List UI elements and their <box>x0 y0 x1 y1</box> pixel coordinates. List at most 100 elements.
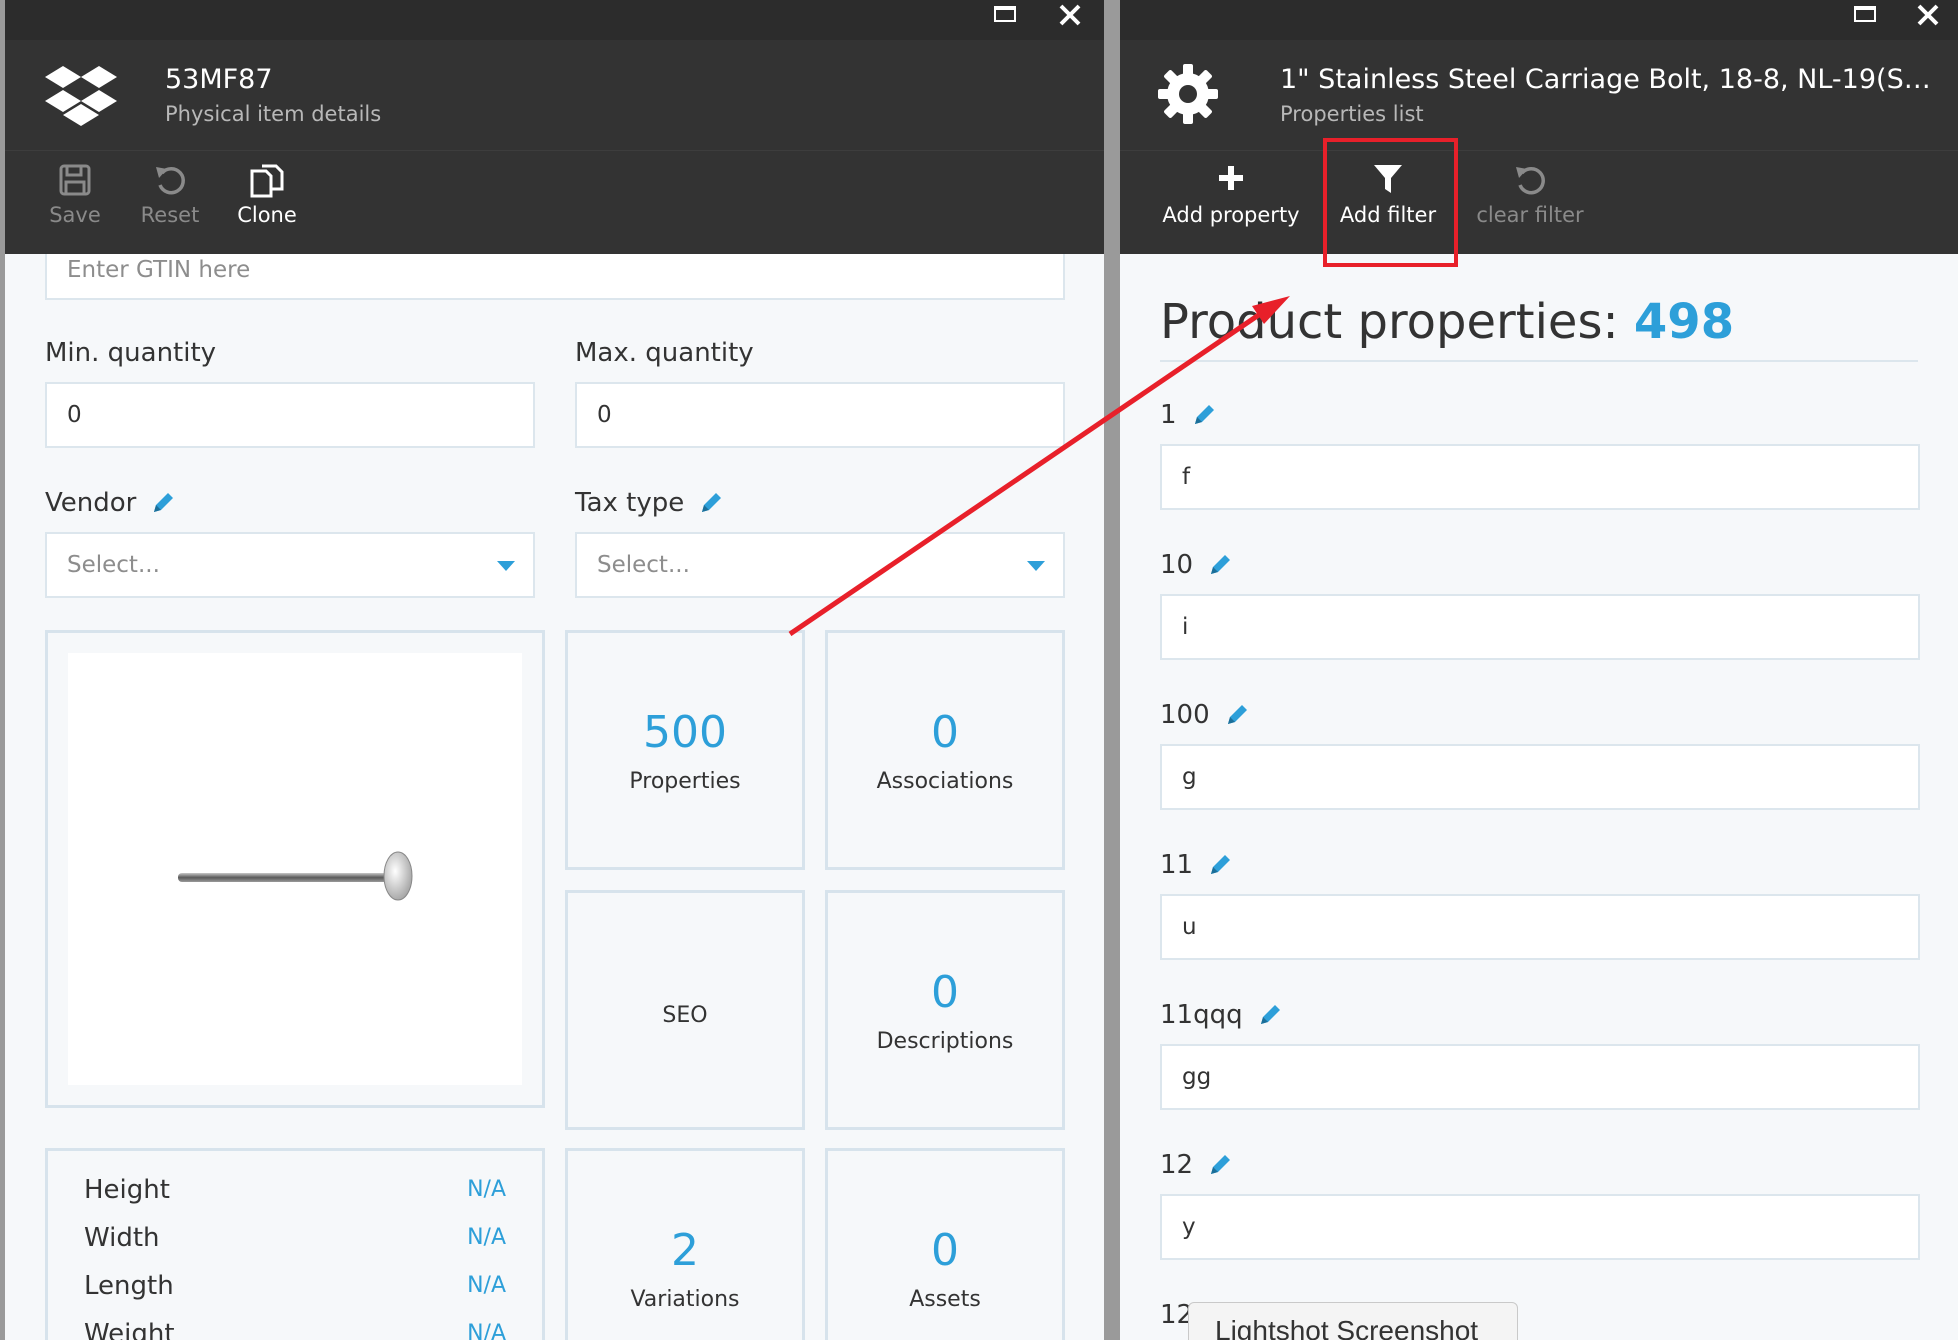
tax-type-select-value: Select... <box>597 552 690 578</box>
clone-label: Clone <box>237 203 297 227</box>
pencil-icon[interactable] <box>698 490 724 516</box>
property-value-input[interactable]: f <box>1160 444 1920 510</box>
properties-count: 498 <box>1633 294 1735 350</box>
pencil-icon[interactable] <box>1207 852 1233 878</box>
window-bar <box>1120 0 1958 40</box>
close-button[interactable] <box>1908 0 1948 40</box>
close-button[interactable] <box>1050 0 1090 40</box>
pencil-icon[interactable] <box>1191 402 1217 428</box>
property-label: 11 <box>1160 850 1233 880</box>
associations-tile[interactable]: 0 Associations <box>825 630 1065 870</box>
dimension-name: Height <box>84 1175 170 1205</box>
max-quantity-input[interactable]: 0 <box>575 382 1065 448</box>
tax-type-label-text: Tax type <box>575 488 685 518</box>
property-name: 12 <box>1160 1150 1194 1180</box>
seo-tile[interactable]: SEO <box>565 890 805 1130</box>
save-button[interactable]: Save <box>35 151 115 255</box>
maximize-button[interactable] <box>1845 0 1885 40</box>
clear-filter-label: clear filter <box>1476 203 1584 227</box>
undo-icon <box>1516 166 1545 195</box>
property-value-input[interactable]: g <box>1160 744 1920 810</box>
blade-content: Enter GTIN here Min. quantity 0 Max. qua… <box>5 254 1104 1340</box>
associations-count: 0 <box>931 707 959 758</box>
window-bar <box>5 0 1104 40</box>
vendor-select-value: Select... <box>67 552 160 578</box>
properties-count: 500 <box>643 707 727 758</box>
blade-subtitle: Properties list <box>1280 102 1424 126</box>
box-logo-icon <box>45 66 117 126</box>
variations-count: 2 <box>671 1225 699 1276</box>
pencil-icon[interactable] <box>1257 1002 1283 1028</box>
dimension-name: Width <box>84 1223 160 1253</box>
pencil-icon[interactable] <box>1207 1152 1233 1178</box>
annotation-highlight-box <box>1323 138 1458 267</box>
property-name: 11qqq <box>1160 1000 1243 1030</box>
seo-label: SEO <box>662 1003 708 1028</box>
product-image-tile[interactable] <box>45 630 545 1108</box>
variations-tile[interactable]: 2 Variations <box>565 1148 805 1340</box>
min-quantity-input[interactable]: 0 <box>45 382 535 448</box>
dimension-row: Length N/A <box>84 1271 506 1311</box>
pencil-icon[interactable] <box>1207 552 1233 578</box>
dimension-value: N/A <box>467 1177 506 1202</box>
undo-icon <box>156 166 185 195</box>
vendor-label-text: Vendor <box>45 488 137 518</box>
blade-header: 1" Stainless Steel Carriage Bolt, 18-8, … <box>1120 40 1958 150</box>
blade-header: 53MF87 Physical item details <box>5 40 1104 150</box>
gtin-input[interactable]: Enter GTIN here <box>45 254 1065 300</box>
add-property-button[interactable]: Add property <box>1156 151 1306 255</box>
dimension-value: N/A <box>467 1273 506 1298</box>
clone-icon <box>250 164 284 198</box>
reset-button[interactable]: Reset <box>125 151 215 255</box>
dimension-row: Height N/A <box>84 1175 506 1215</box>
chevron-down-icon <box>1027 561 1045 571</box>
reset-label: Reset <box>140 203 200 227</box>
tooltip: Lightshot Screenshot <box>1188 1302 1518 1340</box>
blade-title: 53MF87 <box>165 64 273 95</box>
save-label: Save <box>49 203 101 227</box>
product-image <box>68 653 522 1085</box>
page-title: Product properties: 498 <box>1160 294 1734 350</box>
carriage-bolt-image <box>178 851 413 901</box>
toolbar: Add property Add filter clear filter <box>1120 150 1958 254</box>
max-quantity-label: Max. quantity <box>575 338 754 368</box>
assets-label: Assets <box>909 1287 981 1312</box>
close-icon <box>1917 4 1939 26</box>
vendor-label: Vendor <box>45 488 176 518</box>
property-value-input[interactable]: u <box>1160 894 1920 960</box>
property-value-input[interactable]: y <box>1160 1194 1920 1260</box>
dimension-row: Width N/A <box>84 1223 506 1263</box>
tax-type-select[interactable]: Select... <box>575 532 1065 598</box>
dimensions-tile[interactable]: Height N/A Width N/A Length N/A Weight N… <box>45 1148 545 1340</box>
dimension-name: Length <box>84 1271 174 1301</box>
min-quantity-label: Min. quantity <box>45 338 216 368</box>
maximize-button[interactable] <box>985 0 1025 40</box>
descriptions-count: 0 <box>931 967 959 1018</box>
properties-tile[interactable]: 500 Properties <box>565 630 805 870</box>
max-quantity-label-text: Max. quantity <box>575 338 754 368</box>
associations-label: Associations <box>876 769 1014 794</box>
property-value-input[interactable]: gg <box>1160 1044 1920 1110</box>
property-label: 11qqq <box>1160 1000 1283 1030</box>
descriptions-tile[interactable]: 0 Descriptions <box>825 890 1065 1130</box>
properties-label: Properties <box>629 769 741 794</box>
property-value-input[interactable]: i <box>1160 594 1920 660</box>
dimension-value: N/A <box>467 1225 506 1250</box>
vendor-select[interactable]: Select... <box>45 532 535 598</box>
pencil-icon[interactable] <box>1224 702 1250 728</box>
close-icon <box>1059 4 1081 26</box>
dimension-name: Weight <box>84 1319 175 1340</box>
property-name: 1 <box>1160 400 1177 430</box>
blade-subtitle: Physical item details <box>165 102 382 126</box>
add-property-label: Add property <box>1162 203 1300 227</box>
assets-tile[interactable]: 0 Assets <box>825 1148 1065 1340</box>
clear-filter-button[interactable]: clear filter <box>1460 151 1600 255</box>
save-icon <box>59 164 91 196</box>
property-label: 10 <box>1160 550 1233 580</box>
property-label: 12 <box>1160 1150 1233 1180</box>
clone-button[interactable]: Clone <box>225 151 309 255</box>
min-quantity-label-text: Min. quantity <box>45 338 217 368</box>
pencil-icon[interactable] <box>150 490 176 516</box>
blade-divider <box>1104 0 1120 1340</box>
gear-icon <box>1158 64 1218 124</box>
